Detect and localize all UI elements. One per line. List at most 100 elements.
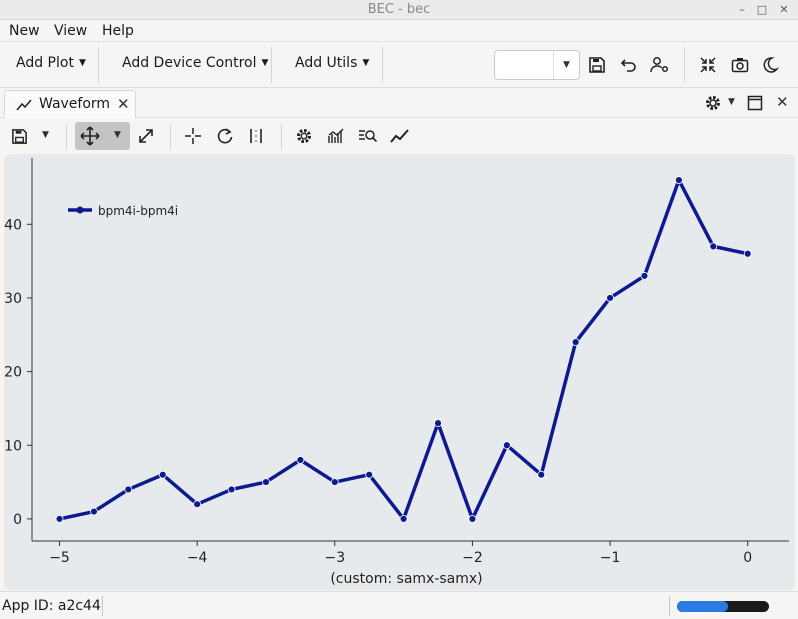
data-point xyxy=(158,470,167,479)
plot-area[interactable]: 0 10 20 30 40 −5 −4 −3 −2 −1 0 (custom: samx-samx) b… xyxy=(4,154,795,590)
chevron-down-icon[interactable]: ▼ xyxy=(114,130,121,140)
data-point xyxy=(262,478,270,486)
dock-bar: Waveform ✕ ▼ ✕ xyxy=(0,88,798,118)
tab-waveform[interactable]: Waveform ✕ xyxy=(4,90,136,118)
x-tick-label: −2 xyxy=(462,550,483,566)
data-point xyxy=(502,441,511,450)
data-point xyxy=(227,485,236,494)
menu-new[interactable]: New xyxy=(9,23,40,39)
profile-combobox[interactable]: ▼ xyxy=(494,50,580,80)
toolbar-divider xyxy=(66,124,67,150)
add-device-control-label: Add Device Control xyxy=(122,55,257,71)
camera-icon[interactable] xyxy=(728,53,752,77)
data-point xyxy=(571,338,580,347)
y-tick-label: 10 xyxy=(4,438,22,454)
chevron-down-icon: ▼ xyxy=(261,58,269,68)
line-chart-icon xyxy=(16,99,32,111)
data-point xyxy=(193,500,202,509)
toolbar-divider xyxy=(170,124,171,150)
menu-view[interactable]: View xyxy=(54,23,87,39)
series-line xyxy=(59,178,749,521)
data-point xyxy=(640,271,649,280)
add-utils-button[interactable]: Add Utils ▼ xyxy=(295,55,369,71)
progress-fill xyxy=(677,601,728,612)
zoom-search-icon[interactable] xyxy=(356,124,380,148)
fit-icon[interactable] xyxy=(244,124,268,148)
crosshair-icon[interactable] xyxy=(181,124,205,148)
waveform-toolbar: ▼ ▼ xyxy=(0,118,798,154)
chevron-down-icon[interactable]: ▼ xyxy=(728,97,735,107)
curve-settings-icon[interactable] xyxy=(324,124,348,148)
pan-icon[interactable] xyxy=(78,124,102,148)
menu-help[interactable]: Help xyxy=(102,23,134,39)
toolbar-divider xyxy=(98,47,99,83)
close-dock-icon[interactable]: ✕ xyxy=(776,93,789,111)
data-point xyxy=(709,242,718,251)
data-point xyxy=(55,515,64,523)
collapse-icon[interactable] xyxy=(696,53,720,77)
toolbar-divider xyxy=(281,124,282,150)
data-point xyxy=(674,176,683,184)
y-tick-label: 0 xyxy=(13,512,22,528)
data-point xyxy=(330,478,339,486)
minimize-icon[interactable]: – xyxy=(734,2,750,18)
y-tick-label: 40 xyxy=(4,217,22,233)
chevron-down-icon: ▼ xyxy=(78,58,86,68)
dark-mode-icon[interactable] xyxy=(758,53,782,77)
data-point xyxy=(296,456,305,464)
close-icon[interactable]: ✕ xyxy=(117,95,130,113)
legend-marker xyxy=(76,206,84,214)
legend-label: bpm4i-bpm4i xyxy=(98,204,178,218)
maximize-icon[interactable]: □ xyxy=(754,2,770,18)
data-point xyxy=(124,485,133,494)
save-icon[interactable] xyxy=(585,53,609,77)
title-bar: BEC - bec – □ ✕ xyxy=(0,0,798,20)
toolbar-divider xyxy=(271,47,272,83)
add-utils-label: Add Utils xyxy=(295,55,358,71)
user-settings-icon[interactable] xyxy=(648,53,672,77)
add-device-control-button[interactable]: Add Device Control ▼ xyxy=(122,55,268,71)
y-tick-label: 20 xyxy=(4,365,22,381)
data-point xyxy=(468,515,477,523)
gear-icon[interactable] xyxy=(704,94,722,112)
chevron-down-icon[interactable]: ▼ xyxy=(42,130,49,140)
main-toolbar: Add Plot ▼ Add Device Control ▼ Add Utils ▼… xyxy=(0,42,798,88)
y-tick-label: 30 xyxy=(4,291,22,307)
chevron-down-icon[interactable]: ▼ xyxy=(553,51,579,79)
reset-icon[interactable] xyxy=(213,124,237,148)
fit-line-icon[interactable] xyxy=(388,124,412,148)
data-point xyxy=(399,515,408,523)
zoom-expand-icon[interactable] xyxy=(134,124,158,148)
status-divider xyxy=(669,596,670,616)
undo-icon[interactable] xyxy=(617,53,641,77)
data-point xyxy=(606,294,614,302)
close-icon[interactable]: ✕ xyxy=(776,2,792,18)
x-tick-label: 0 xyxy=(743,550,752,566)
toolbar-divider xyxy=(382,47,383,83)
menu-bar: New View Help xyxy=(0,20,798,42)
x-tick-label: −4 xyxy=(187,550,208,566)
data-point xyxy=(365,470,374,479)
waveform-chart[interactable]: 0 10 20 30 40 −5 −4 −3 −2 −1 0 (custom: samx-samx) b… xyxy=(4,154,795,590)
data-point xyxy=(434,419,442,428)
settings-icon[interactable] xyxy=(292,124,316,148)
x-tick-label: −1 xyxy=(600,550,621,566)
progress-bar xyxy=(677,601,769,612)
x-axis-label: (custom: samx-samx) xyxy=(330,571,482,587)
data-point xyxy=(537,470,546,479)
data-point xyxy=(743,249,752,258)
tab-waveform-label: Waveform xyxy=(39,96,111,112)
data-point xyxy=(90,507,98,516)
status-bar: App ID: a2c44 xyxy=(0,591,798,619)
window-title: BEC - bec xyxy=(367,2,431,17)
float-window-icon[interactable] xyxy=(747,95,763,111)
status-divider xyxy=(102,596,103,616)
x-tick-label: −3 xyxy=(324,550,345,566)
chevron-down-icon: ▼ xyxy=(362,58,370,68)
add-plot-button[interactable]: Add Plot ▼ xyxy=(16,55,86,71)
toolbar-divider xyxy=(684,47,685,83)
x-tick-label: −5 xyxy=(49,550,70,566)
save-icon[interactable] xyxy=(7,124,31,148)
app-id: App ID: a2c44 xyxy=(2,598,101,614)
add-plot-label: Add Plot xyxy=(16,55,74,71)
